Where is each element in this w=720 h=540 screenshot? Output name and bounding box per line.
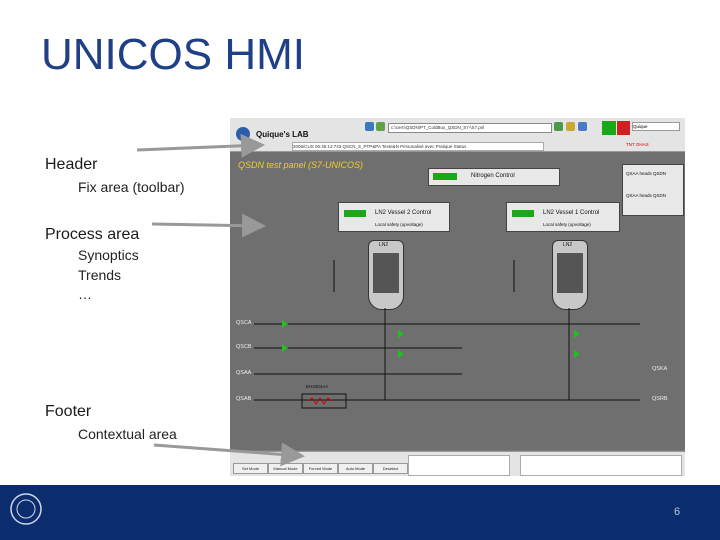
callout-arrows <box>136 133 305 467</box>
footer-band <box>0 485 720 540</box>
cern-logo-icon <box>10 493 42 525</box>
page-number: 6 <box>674 506 681 518</box>
